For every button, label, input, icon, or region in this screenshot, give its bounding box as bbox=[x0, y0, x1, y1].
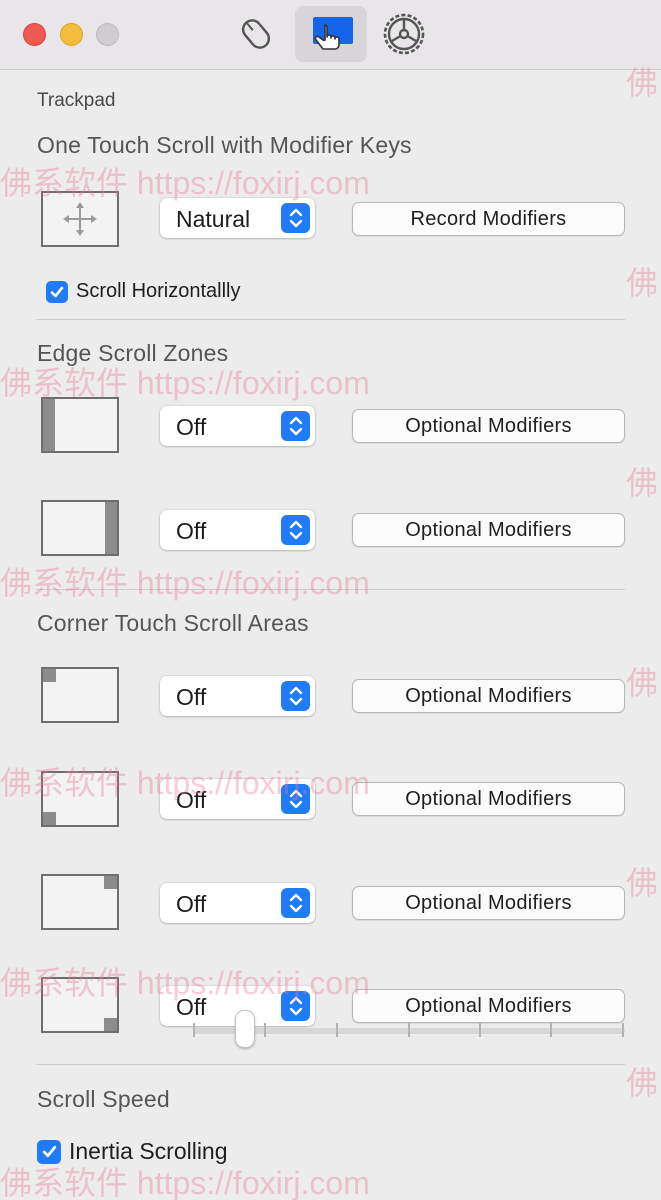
preferences-window: Trackpad One Touch Scroll with Modifier … bbox=[0, 0, 661, 1200]
checkmark-icon bbox=[46, 280, 68, 303]
corner-highlight bbox=[104, 1018, 117, 1031]
popup-arrows-icon bbox=[281, 888, 310, 918]
minimize-window-button[interactable] bbox=[60, 23, 83, 46]
slider-tick bbox=[550, 1023, 552, 1037]
popup-arrows-icon bbox=[281, 515, 310, 545]
popup-arrows-icon bbox=[281, 991, 310, 1021]
corner-top-right-select[interactable]: Off bbox=[160, 883, 315, 923]
toolbar bbox=[0, 0, 661, 70]
popup-arrows-icon bbox=[281, 203, 310, 233]
corner-preview-bottom-left bbox=[41, 771, 119, 827]
scroll-horizontally-label: Scroll Horizontallly bbox=[76, 280, 241, 302]
slider-tick bbox=[193, 1023, 195, 1037]
section-title-edge: Edge Scroll Zones bbox=[37, 340, 229, 366]
move-arrows-icon bbox=[63, 202, 97, 236]
corner-top-right-modifiers-button[interactable]: Optional Modifiers bbox=[352, 886, 625, 920]
edge-zone-left-select[interactable]: Off bbox=[160, 406, 315, 446]
slider-tick bbox=[336, 1023, 338, 1037]
corner-top-left-select[interactable]: Off bbox=[160, 676, 315, 716]
tab-general[interactable] bbox=[368, 6, 440, 62]
gear-icon bbox=[383, 13, 425, 55]
slider-tick bbox=[408, 1023, 410, 1037]
scroll-direction-preview bbox=[41, 191, 119, 247]
edge-zone-left-value: Off bbox=[176, 414, 207, 440]
record-modifiers-button[interactable]: Record Modifiers bbox=[352, 202, 625, 236]
corner-preview-top-right bbox=[41, 874, 119, 930]
corner-preview-bottom-right bbox=[41, 977, 119, 1033]
corner-top-left-modifiers-button[interactable]: Optional Modifiers bbox=[352, 679, 625, 713]
edge-zone-preview-left bbox=[41, 397, 119, 453]
trackpad-icon bbox=[313, 17, 353, 50]
edge-zone-right-modifiers-button[interactable]: Optional Modifiers bbox=[352, 513, 625, 547]
corner-bottom-right-value: Off bbox=[176, 994, 207, 1020]
inertia-scrolling-label: Inertia Scrolling bbox=[69, 1138, 228, 1164]
edge-zone-left-modifiers-button[interactable]: Optional Modifiers bbox=[352, 409, 625, 443]
corner-bottom-right-modifiers-button[interactable]: Optional Modifiers bbox=[352, 989, 625, 1023]
corner-preview-top-left bbox=[41, 667, 119, 723]
tab-mouse[interactable] bbox=[220, 6, 292, 62]
edge-zone-highlight bbox=[43, 399, 55, 451]
corner-bottom-left-select[interactable]: Off bbox=[160, 779, 315, 819]
scroll-direction-select[interactable]: Natural bbox=[160, 198, 315, 238]
corner-highlight bbox=[104, 876, 117, 889]
tab-trackpad[interactable] bbox=[295, 6, 367, 62]
edge-zone-right-value: Off bbox=[176, 518, 207, 544]
popup-arrows-icon bbox=[281, 411, 310, 441]
page-label: Trackpad bbox=[37, 90, 116, 111]
scroll-speed-slider-knob[interactable] bbox=[235, 1010, 255, 1048]
popup-arrows-icon bbox=[281, 784, 310, 814]
separator bbox=[36, 319, 625, 320]
slider-tick bbox=[264, 1023, 266, 1037]
scroll-direction-value: Natural bbox=[176, 206, 251, 232]
separator bbox=[36, 589, 625, 590]
close-window-button[interactable] bbox=[23, 23, 46, 46]
scroll-speed-label: Scroll Speed bbox=[37, 1086, 170, 1112]
corner-highlight bbox=[43, 812, 56, 825]
corner-bottom-left-value: Off bbox=[176, 787, 207, 813]
corner-top-left-value: Off bbox=[176, 684, 207, 710]
section-title-one-touch: One Touch Scroll with Modifier Keys bbox=[37, 132, 412, 158]
section-title-corner: Corner Touch Scroll Areas bbox=[37, 610, 309, 636]
checkmark-icon bbox=[37, 1139, 61, 1164]
popup-arrows-icon bbox=[281, 681, 310, 711]
separator bbox=[36, 1064, 625, 1065]
corner-top-right-value: Off bbox=[176, 891, 207, 917]
scroll-horizontally-checkbox[interactable]: Scroll Horizontallly bbox=[46, 280, 241, 303]
zoom-window-button[interactable] bbox=[96, 23, 119, 46]
edge-zone-highlight bbox=[105, 502, 117, 554]
corner-highlight bbox=[43, 669, 56, 682]
slider-tick bbox=[622, 1023, 624, 1037]
inertia-scrolling-checkbox[interactable]: Inertia Scrolling bbox=[37, 1138, 228, 1165]
mouse-icon bbox=[241, 19, 271, 49]
corner-bottom-left-modifiers-button[interactable]: Optional Modifiers bbox=[352, 782, 625, 816]
edge-zone-preview-right bbox=[41, 500, 119, 556]
edge-zone-right-select[interactable]: Off bbox=[160, 510, 315, 550]
slider-tick bbox=[479, 1023, 481, 1037]
